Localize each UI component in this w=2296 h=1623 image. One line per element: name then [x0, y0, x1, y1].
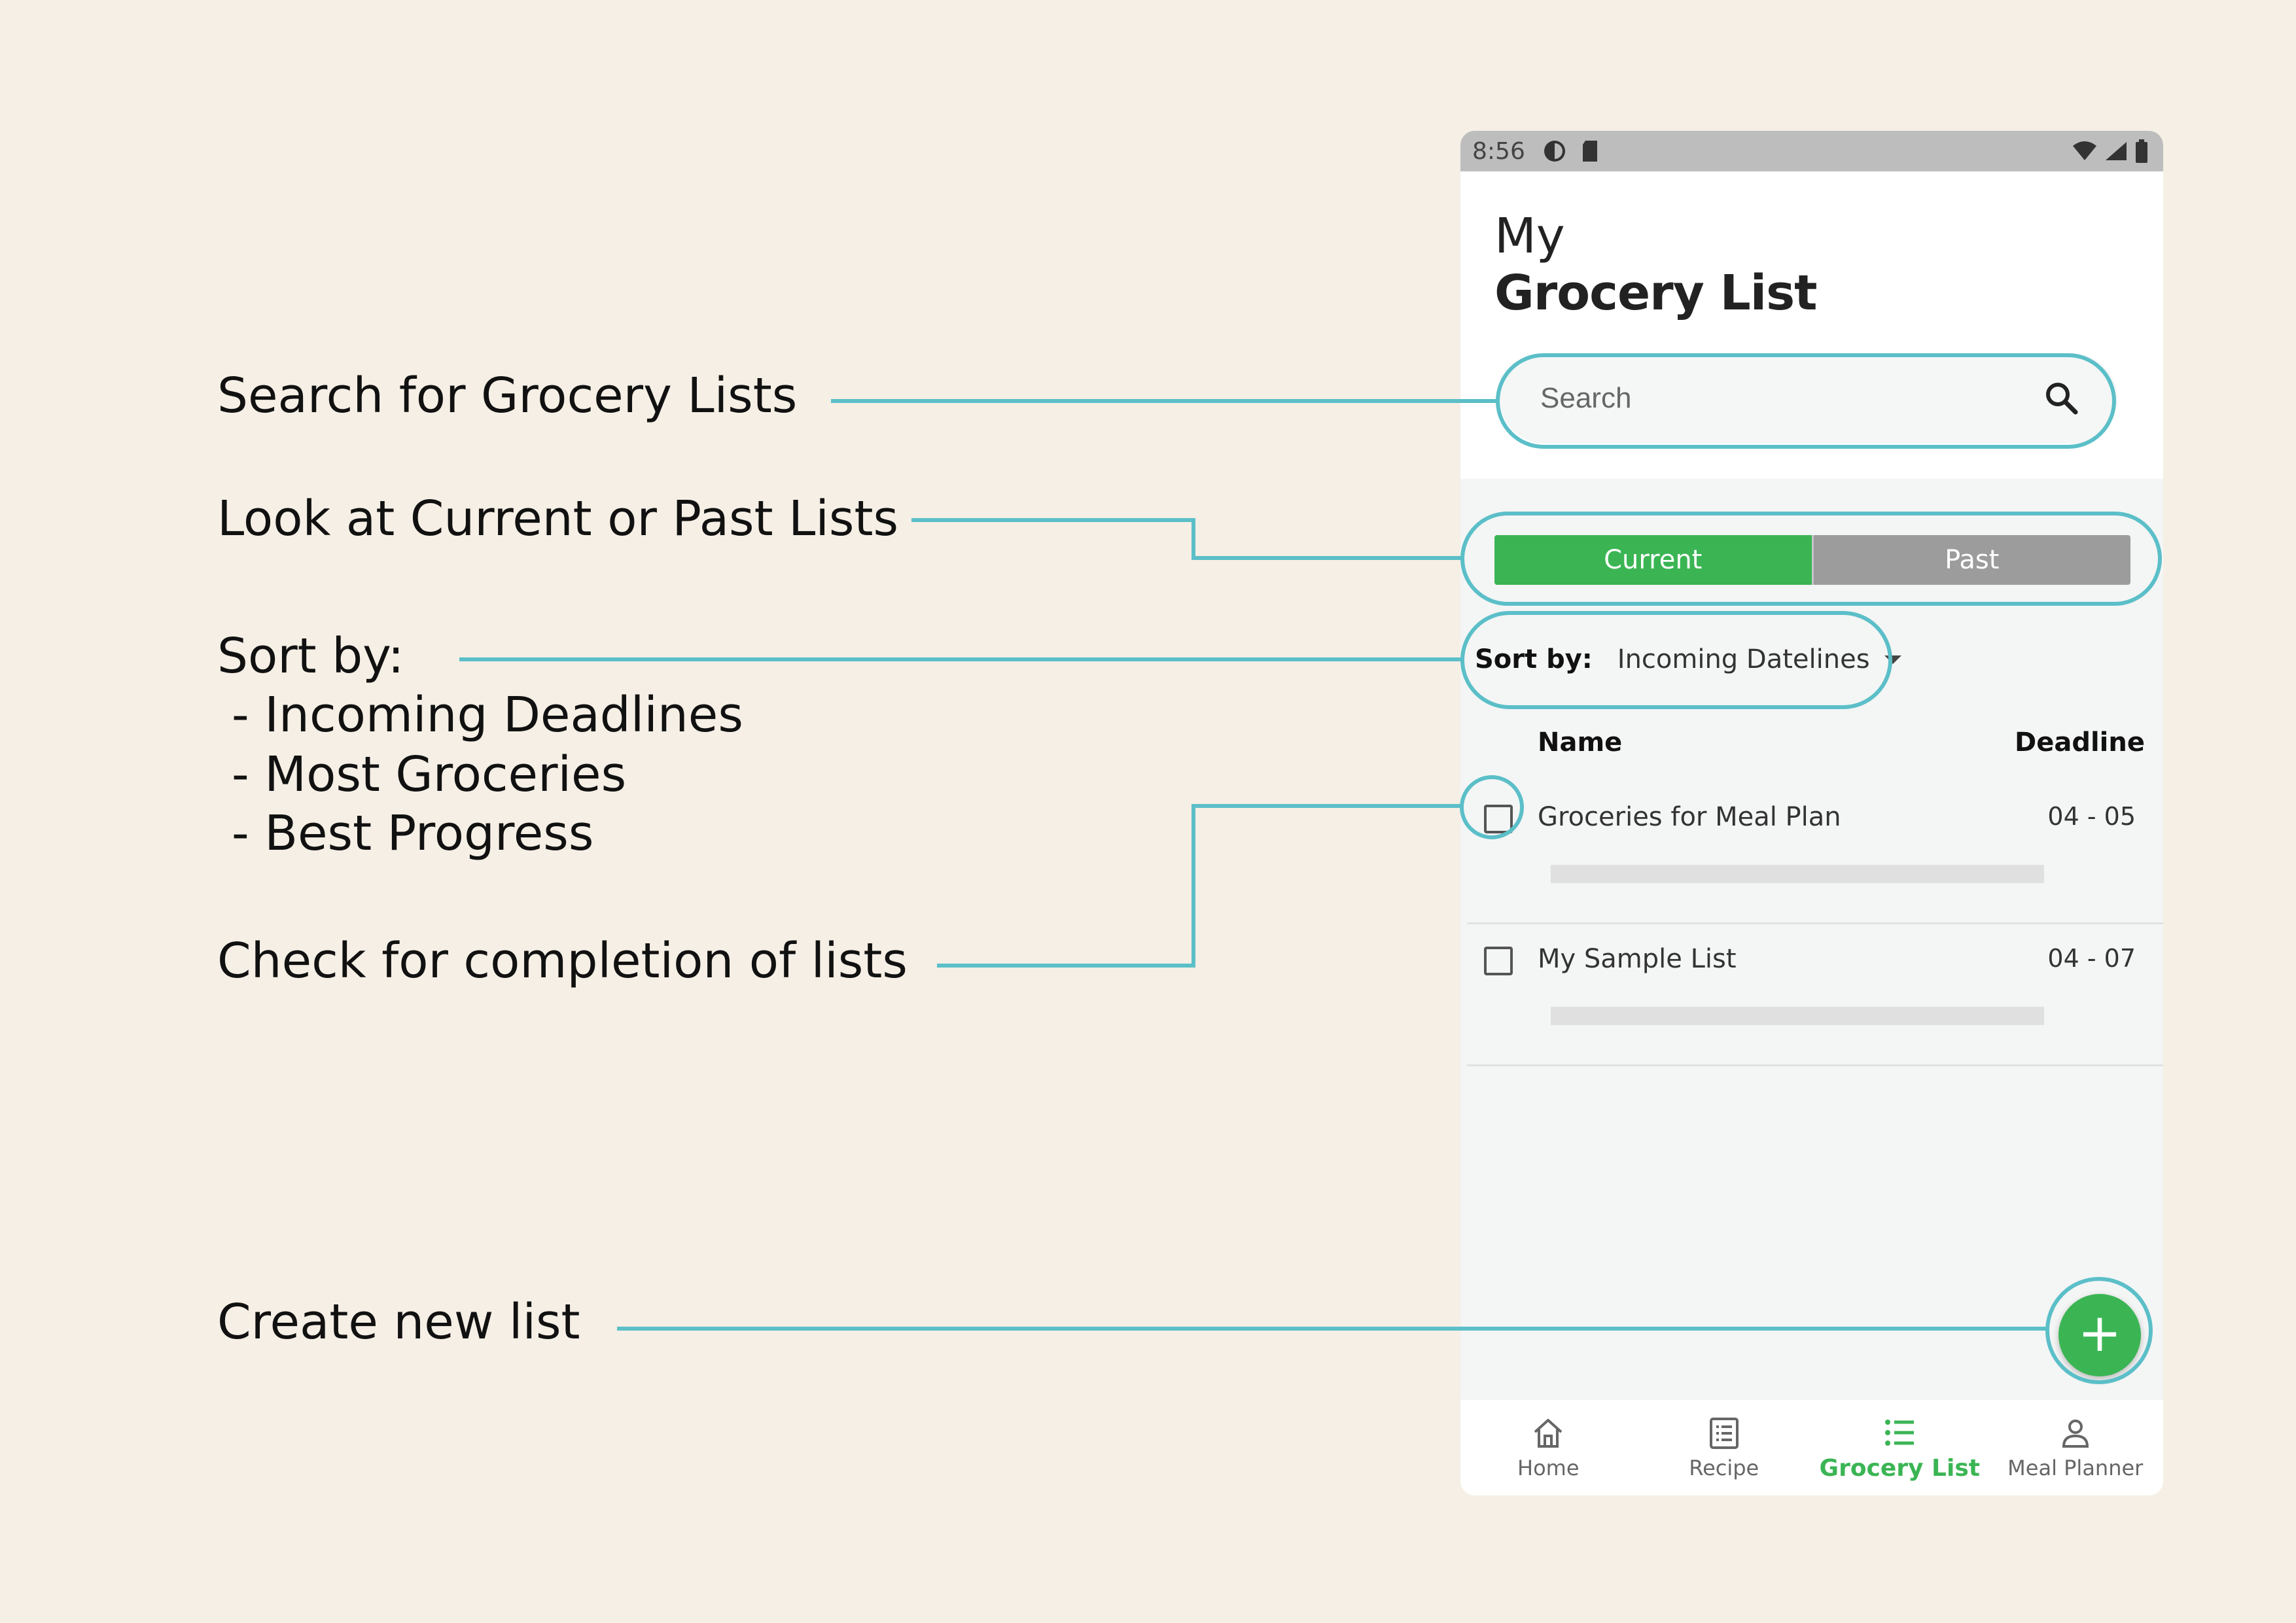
leader-line-tabs: [911, 518, 1463, 560]
leader-line-check: [937, 804, 1463, 968]
annotation-lines: [459, 399, 2048, 1331]
